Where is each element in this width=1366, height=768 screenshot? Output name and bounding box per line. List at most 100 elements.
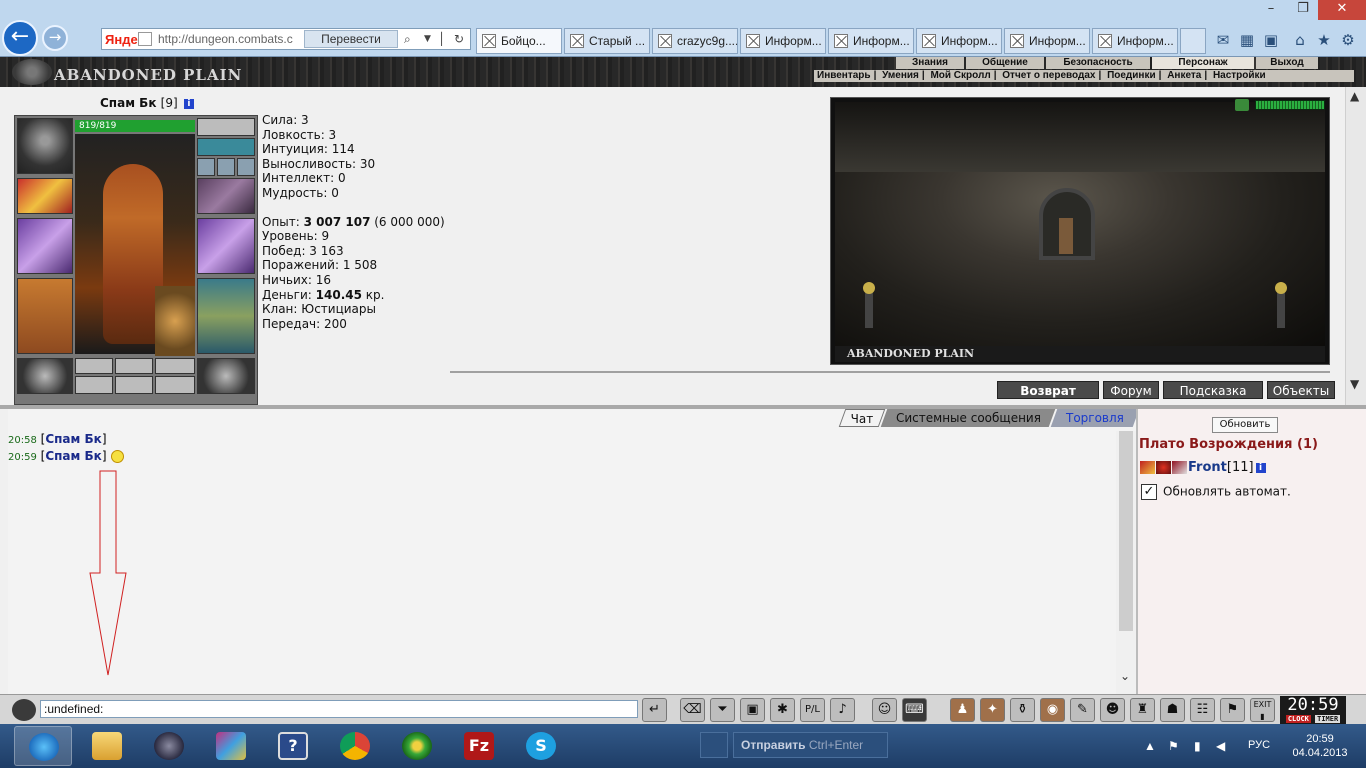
chat-head-icon[interactable]	[12, 699, 36, 721]
rune-slot-2[interactable]	[115, 358, 153, 374]
taskbar-archiver[interactable]	[202, 726, 260, 766]
menu-communication[interactable]: Общение	[966, 57, 1044, 69]
helmet-slot[interactable]	[17, 118, 73, 174]
tab-chat[interactable]: Чат	[838, 409, 886, 427]
smiley-icon[interactable]: ☺	[872, 698, 897, 722]
send-ic[interactable]	[700, 732, 728, 758]
enter-icon[interactable]: ↵	[642, 698, 667, 722]
menu-knowledge[interactable]: Знания	[896, 57, 964, 69]
translit-icon[interactable]: ⌨	[902, 698, 927, 722]
friends-icon[interactable]: ☷	[1190, 698, 1215, 722]
ring-slot-3[interactable]	[237, 158, 255, 176]
return-button[interactable]: Возврат	[997, 381, 1099, 399]
taskbar-skype[interactable]: S	[512, 726, 570, 766]
taskbar-globe[interactable]	[140, 726, 198, 766]
align-icon[interactable]	[1172, 461, 1187, 474]
submenu-skills[interactable]: Умения	[882, 70, 919, 81]
browser-tab-2[interactable]: crazyc9g....	[652, 28, 738, 54]
send-toolbar[interactable]: Отправить Ctrl+Enter	[733, 732, 888, 758]
hooded-icon[interactable]: ♟	[950, 698, 975, 722]
objects-button[interactable]: Объекты	[1267, 381, 1335, 399]
clan-icon[interactable]	[1156, 461, 1171, 474]
refresh-button[interactable]: Обновить	[1212, 417, 1278, 433]
boots-slot[interactable]	[197, 358, 255, 394]
taskbar-explorer[interactable]	[78, 726, 136, 766]
dancer-icon[interactable]: ✱	[770, 698, 795, 722]
scroll-icon[interactable]: ✎	[1070, 698, 1095, 722]
language-indicator[interactable]: РУС	[1248, 739, 1270, 751]
chevron-up-icon[interactable]: ▲	[1144, 739, 1156, 753]
save-log-icon[interactable]: ▣	[740, 698, 765, 722]
browser-tab-0[interactable]: Бойцо...	[476, 28, 562, 54]
taskbar-filezilla[interactable]: Fz	[450, 726, 508, 766]
chat-scrollbar[interactable]: ⌄	[1116, 431, 1136, 694]
flag-icon[interactable]: ⚑	[1220, 698, 1245, 722]
taskbar-icq[interactable]	[388, 726, 446, 766]
browser-tab-1[interactable]: Старый ...	[564, 28, 650, 54]
browser-tab-4[interactable]: Информ...	[828, 28, 914, 54]
submenu-profile[interactable]: Анкета	[1167, 70, 1201, 81]
filter-icon[interactable]: ⏷	[710, 698, 735, 722]
chevron-up-icon[interactable]: ▲	[1350, 89, 1359, 103]
home-icon[interactable]: ⌂	[1290, 30, 1310, 50]
mask-icon[interactable]: ☻	[1100, 698, 1125, 722]
eraser-icon[interactable]: ⌫	[680, 698, 705, 722]
belt-slot[interactable]	[17, 358, 73, 394]
amulet-slot[interactable]	[197, 138, 255, 156]
back-button[interactable]: ←	[2, 20, 38, 56]
chevron-down-icon[interactable]: ▼	[1350, 377, 1359, 391]
chevron-down-icon[interactable]: ⌄	[1120, 669, 1130, 683]
chat-nick[interactable]: Спам Бк	[45, 449, 101, 463]
rune-slot-1[interactable]	[75, 358, 113, 374]
flag-icon[interactable]: ⚑	[1168, 739, 1179, 753]
menu-exit[interactable]: Выход	[1256, 57, 1318, 69]
chat-input[interactable]: :undefined:	[40, 700, 638, 718]
info-icon[interactable]: i	[1255, 462, 1266, 473]
browser-tab-5[interactable]: Информ...	[916, 28, 1002, 54]
bottle-icon[interactable]: ⚱	[1010, 698, 1035, 722]
submenu-transfer-report[interactable]: Отчет о переводах	[1002, 70, 1095, 81]
chat-time[interactable]: 20:58	[8, 435, 37, 446]
table-icon[interactable]: ▦	[1237, 30, 1257, 50]
close-button[interactable]: ✕	[1318, 0, 1366, 20]
forum-button[interactable]: Форум	[1103, 381, 1159, 399]
chat-time[interactable]: 20:59	[8, 452, 37, 463]
tab-system-messages[interactable]: Системные сообщения	[880, 409, 1056, 427]
menu-security[interactable]: Безопасность	[1046, 57, 1150, 69]
spell-icon[interactable]: ✦	[980, 698, 1005, 722]
taskbar-chrome[interactable]	[326, 726, 384, 766]
submenu-my-scroll[interactable]: Мой Скролл	[930, 70, 990, 81]
earrings-slot[interactable]	[197, 118, 255, 136]
restore-button[interactable]: ❐	[1288, 0, 1318, 20]
shield-slot[interactable]	[197, 218, 255, 274]
battery-icon[interactable]: ▮	[1194, 739, 1201, 753]
submenu-inventory[interactable]: Инвентарь	[817, 70, 871, 81]
armor-slot[interactable]	[17, 278, 73, 354]
group-icon[interactable]: ☗	[1160, 698, 1185, 722]
address-bar[interactable]: Яндекс http://dungeon.combats.c Перевест…	[101, 28, 471, 50]
taskbar-help[interactable]: ?	[264, 726, 322, 766]
tray-clock[interactable]: 20:59 04.04.2013	[1290, 732, 1350, 760]
info-icon[interactable]: i	[183, 98, 194, 109]
gear-icon[interactable]: ⚙	[1338, 30, 1358, 50]
taskbar-ie[interactable]	[14, 726, 72, 766]
leggings-slot[interactable]	[197, 278, 255, 354]
browser-tab-6[interactable]: Информ...	[1004, 28, 1090, 54]
tab-trade[interactable]: Торговля	[1050, 409, 1140, 427]
sound-icon[interactable]: ♪	[830, 698, 855, 722]
url-text[interactable]: http://dungeon.combats.c	[158, 32, 303, 46]
page-scrollbar[interactable]: ▲ ▼	[1345, 87, 1366, 405]
chat-nick[interactable]: Спам Бк	[45, 432, 101, 446]
browser-tab-3[interactable]: Информ...	[740, 28, 826, 54]
submenu-settings[interactable]: Настройки	[1213, 70, 1266, 81]
weapon-slot[interactable]	[17, 218, 73, 274]
tower-icon[interactable]: ♜	[1130, 698, 1155, 722]
pocket-slot-3[interactable]	[155, 376, 195, 394]
refresh-icon[interactable]: ↻	[454, 32, 464, 46]
bracers-slot[interactable]	[17, 178, 73, 214]
pocket-slot-1[interactable]	[75, 376, 113, 394]
chat-scroll-thumb[interactable]	[1119, 431, 1133, 631]
rune-slot-3[interactable]	[155, 358, 195, 374]
attack-icon[interactable]	[1140, 461, 1155, 474]
hint-button[interactable]: Подсказка	[1163, 381, 1263, 399]
